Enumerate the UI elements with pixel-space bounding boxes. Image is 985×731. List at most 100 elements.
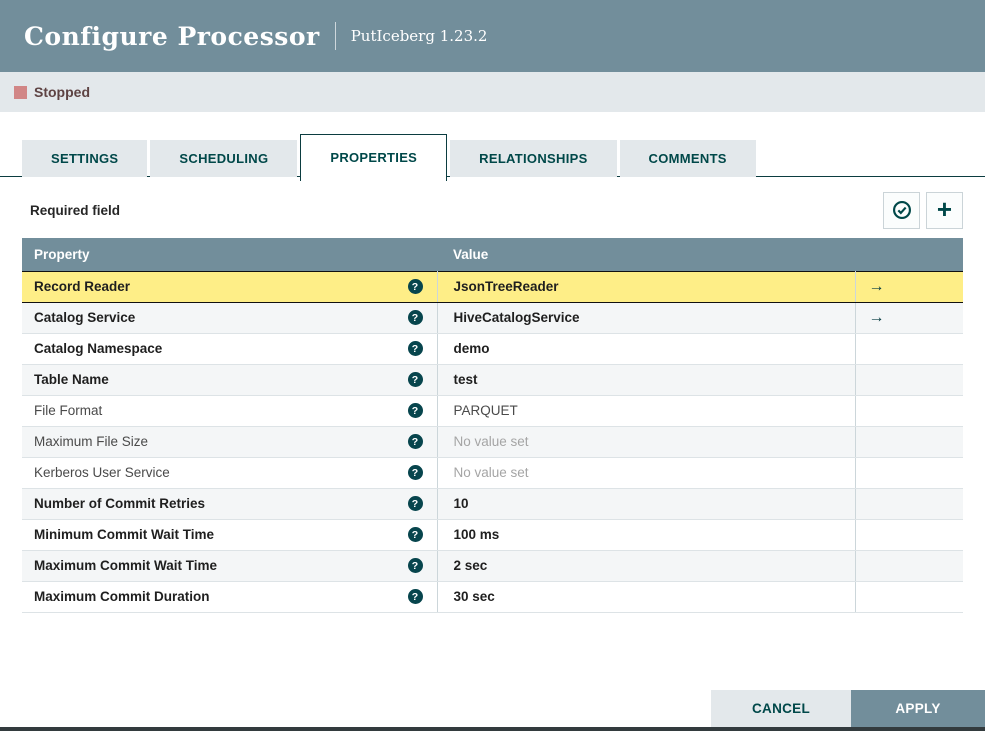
properties-table-body: Record Reader? JsonTreeReader → Catalog Ser… [22, 270, 963, 613]
property-name-label: Table Name [34, 372, 109, 387]
status-bar: Stopped [0, 72, 985, 112]
tab-relationships[interactable]: RELATIONSHIPS [450, 140, 617, 177]
actions-cell [855, 333, 963, 365]
property-value-cell[interactable]: HiveCatalogService [437, 302, 856, 334]
processor-type-version: PutIceberg 1.23.2 [350, 27, 488, 45]
column-header-value: Value [437, 238, 855, 271]
property-cell-inner: Maximum Commit Duration? [34, 589, 436, 604]
help-icon[interactable]: ? [407, 527, 423, 542]
table-row[interactable]: Table Name? test [22, 364, 963, 396]
property-name-cell[interactable]: Catalog Service? [22, 302, 438, 334]
help-icon[interactable]: ? [407, 558, 423, 573]
properties-toolbar: Required field + [22, 191, 963, 229]
help-icon[interactable]: ? [407, 465, 423, 480]
property-name-cell[interactable]: File Format? [22, 395, 438, 427]
actions-cell [855, 519, 963, 551]
property-name-label: Catalog Service [34, 310, 136, 325]
window-bottom-edge [0, 727, 985, 731]
actions-cell [855, 457, 963, 489]
table-row[interactable]: Maximum File Size? No value set [22, 426, 963, 458]
apply-button[interactable]: APPLY [851, 690, 985, 727]
help-icon[interactable]: ? [407, 341, 423, 356]
property-value-cell[interactable]: 10 [437, 488, 856, 520]
tab-scheduling[interactable]: SCHEDULING [150, 140, 298, 177]
property-value-cell[interactable]: PARQUET [437, 395, 856, 427]
toolbar-buttons: + [877, 191, 963, 229]
property-cell-inner: File Format? [34, 403, 436, 418]
actions-cell [855, 581, 963, 613]
property-name-label: Minimum Commit Wait Time [34, 527, 215, 542]
table-row[interactable]: Catalog Service? HiveCatalogService → [22, 302, 963, 334]
cancel-button[interactable]: CANCEL [711, 690, 851, 727]
status-label: Stopped [34, 84, 90, 100]
actions-cell [855, 395, 963, 427]
property-cell-inner: Maximum File Size? [34, 434, 436, 449]
property-value-cell[interactable]: demo [437, 333, 856, 365]
table-row[interactable]: Maximum Commit Duration? 30 sec [22, 581, 963, 613]
table-row[interactable]: Record Reader? JsonTreeReader → [22, 270, 963, 303]
property-value-cell[interactable]: 2 sec [437, 550, 856, 582]
property-name-cell[interactable]: Catalog Namespace? [22, 333, 438, 365]
help-icon[interactable]: ? [407, 589, 423, 604]
table-row[interactable]: Maximum Commit Wait Time? 2 sec [22, 550, 963, 582]
table-header-row: Property Value [22, 238, 963, 271]
property-name-cell[interactable]: Maximum Commit Wait Time? [22, 550, 438, 582]
tab-settings[interactable]: SETTINGS [22, 140, 148, 177]
required-field-note: Required field [30, 202, 121, 218]
go-to-service-icon[interactable]: → [869, 309, 885, 326]
property-name-cell[interactable]: Number of Commit Retries? [22, 488, 438, 520]
property-cell-inner: Maximum Commit Wait Time? [34, 558, 436, 573]
title-separator [334, 22, 336, 50]
property-cell-inner: Catalog Service? [34, 310, 436, 325]
actions-cell [855, 364, 963, 396]
property-cell-inner: Table Name? [34, 372, 436, 387]
tab-comments[interactable]: COMMENTS [619, 140, 756, 177]
property-value-cell[interactable]: JsonTreeReader [437, 270, 856, 303]
property-cell-inner: Number of Commit Retries? [34, 496, 436, 511]
verify-properties-button[interactable] [883, 191, 920, 229]
tabs-container: SETTINGS SCHEDULING PROPERTIES RELATIONSHIP… [22, 134, 759, 181]
actions-cell [855, 550, 963, 582]
go-to-service-icon[interactable]: → [869, 278, 885, 295]
property-name-cell[interactable]: Maximum File Size? [22, 426, 438, 458]
property-value-cell[interactable]: 100 ms [437, 519, 856, 551]
property-value-cell[interactable]: No value set [437, 426, 856, 458]
property-value-cell[interactable]: No value set [437, 457, 856, 489]
property-name-label: Number of Commit Retries [34, 496, 206, 511]
properties-table-container: Property Value Record Reader? JsonTreeRea… [22, 238, 963, 613]
actions-cell: → [855, 270, 963, 303]
property-cell-inner: Minimum Commit Wait Time? [34, 527, 436, 542]
help-icon[interactable]: ? [407, 403, 423, 418]
help-icon[interactable]: ? [407, 434, 423, 449]
table-row[interactable]: Catalog Namespace? demo [22, 333, 963, 365]
property-value-cell[interactable]: test [437, 364, 856, 396]
tab-properties[interactable]: PROPERTIES [300, 134, 448, 181]
property-value-cell[interactable]: 30 sec [437, 581, 856, 613]
tab-bar: SETTINGS SCHEDULING PROPERTIES RELATIONSHIP… [0, 112, 985, 181]
dialog-header: Configure Processor PutIceberg 1.23.2 [0, 0, 985, 72]
property-name-cell[interactable]: Maximum Commit Duration? [22, 581, 438, 613]
property-name-cell[interactable]: Minimum Commit Wait Time? [22, 519, 438, 551]
help-icon[interactable]: ? [407, 279, 423, 294]
add-property-button[interactable]: + [926, 191, 963, 229]
property-name-label: Kerberos User Service [34, 465, 170, 480]
property-name-label: Catalog Namespace [34, 341, 163, 356]
property-cell-inner: Kerberos User Service? [34, 465, 436, 480]
table-row[interactable]: Kerberos User Service? No value set [22, 457, 963, 489]
table-row[interactable]: Minimum Commit Wait Time? 100 ms [22, 519, 963, 551]
property-name-label: Record Reader [34, 279, 131, 294]
property-name-label: Maximum File Size [34, 434, 149, 449]
column-header-actions [855, 238, 963, 271]
property-name-cell[interactable]: Record Reader? [22, 270, 438, 303]
actions-cell [855, 488, 963, 520]
help-icon[interactable]: ? [407, 496, 423, 511]
help-icon[interactable]: ? [407, 310, 423, 325]
actions-cell [855, 426, 963, 458]
table-row[interactable]: Number of Commit Retries? 10 [22, 488, 963, 520]
help-icon[interactable]: ? [407, 372, 423, 387]
property-name-cell[interactable]: Table Name? [22, 364, 438, 396]
table-row[interactable]: File Format? PARQUET [22, 395, 963, 427]
property-name-cell[interactable]: Kerberos User Service? [22, 457, 438, 489]
verify-check-circle-icon [892, 201, 911, 219]
dialog-footer: CANCEL APPLY [711, 690, 985, 727]
